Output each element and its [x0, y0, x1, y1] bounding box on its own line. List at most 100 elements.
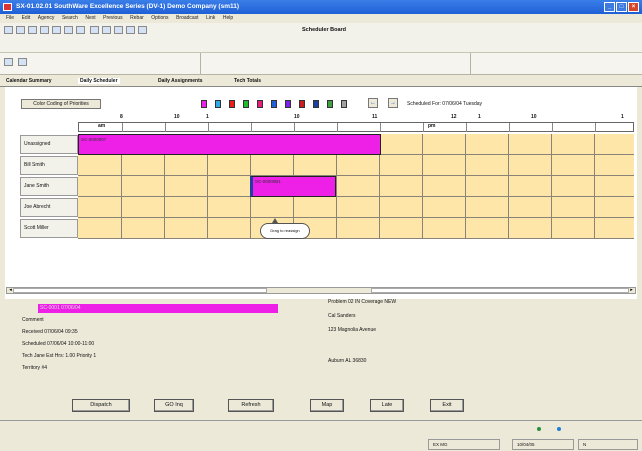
time-cells[interactable] [78, 218, 634, 239]
grid-line [164, 197, 165, 218]
grid-line [551, 218, 552, 239]
status-panel-user: EX MG [428, 439, 500, 450]
scroll-right-icon[interactable]: ▸ [628, 288, 635, 293]
tooltip-callout: Drag to reassign [260, 223, 310, 239]
job-block[interactable]: SC-00000B1 [250, 176, 336, 197]
scheduled-label: Scheduled 07/06/04 10:00-11:00 [22, 341, 95, 347]
menu-previous[interactable]: Previous [103, 14, 122, 23]
next-day-button[interactable]: → [388, 98, 398, 108]
ruler-tick [251, 123, 252, 132]
tab-tech-totals[interactable]: Tech Totals [234, 78, 261, 84]
find-icon[interactable] [76, 26, 85, 34]
menu-rebar[interactable]: Rebar [130, 14, 144, 23]
prev-day-button[interactable]: ← [368, 98, 378, 108]
status-panel-date: 10/04/05 [512, 439, 574, 450]
tech-row-label[interactable]: Scott Miller [20, 219, 78, 238]
grid-line [207, 197, 208, 218]
ruler-tick [208, 123, 209, 132]
toolbar-pane [200, 53, 410, 75]
grid-line [207, 176, 208, 197]
ruler-tick [595, 123, 596, 132]
tech-row-label[interactable]: Jane Smith [20, 177, 78, 196]
preview-icon[interactable] [64, 26, 73, 34]
notes-icon[interactable] [114, 26, 123, 34]
job-block[interactable]: SC-0000007 [78, 134, 381, 155]
grid-line [379, 197, 380, 218]
menu-help[interactable]: Help [223, 14, 233, 23]
grid-line [164, 155, 165, 176]
grid-line [551, 197, 552, 218]
grid-line [250, 218, 251, 239]
grid-line [293, 155, 294, 176]
grid-line [551, 155, 552, 176]
time-cells[interactable] [78, 197, 634, 218]
refresh-icon[interactable] [126, 26, 135, 34]
priority-swatch [229, 100, 235, 108]
grid-line [465, 155, 466, 176]
horizontal-scrollbar[interactable]: ◂ ▸ [6, 287, 636, 294]
menu-search[interactable]: Search [62, 14, 78, 23]
grid-line [465, 218, 466, 239]
minimize-button[interactable]: _ [604, 2, 615, 12]
grid-line [594, 197, 595, 218]
map-button[interactable]: Map [310, 399, 344, 412]
home-icon[interactable] [4, 26, 13, 34]
time-cells[interactable] [78, 155, 634, 176]
menu-broadcast[interactable]: Broadcast [176, 14, 199, 23]
dispatch-button[interactable]: Dispatch [72, 399, 130, 412]
tech-row-label[interactable]: Bill Smith [20, 156, 78, 175]
hour-label: 1 [206, 114, 209, 120]
status-indicator-dot [557, 427, 561, 431]
selected-job-bar[interactable]: SC-0001 07/06/04 [38, 304, 278, 313]
grid-line [594, 155, 595, 176]
priority-swatch [243, 100, 249, 108]
menu-bar: File Edit Agency Search Next Previous Re… [0, 14, 642, 23]
home-icon[interactable] [18, 58, 27, 66]
open-icon[interactable] [28, 26, 37, 34]
tab-daily-scheduler[interactable]: Daily Scheduler [78, 78, 120, 84]
tech-row: Scott Miller [16, 218, 634, 239]
maximize-button[interactable]: □ [616, 2, 627, 12]
menu-agency[interactable]: Agency [38, 14, 55, 23]
go-inquiry-button[interactable]: GO Inq [154, 399, 194, 412]
menu-next[interactable]: Next [85, 14, 95, 23]
grid-line [379, 218, 380, 239]
menu-link[interactable]: Link [206, 14, 215, 23]
menu-options[interactable]: Options [151, 14, 168, 23]
ruler-tick [509, 123, 510, 132]
exit-button[interactable]: Exit [430, 399, 464, 412]
ruler-tick [380, 123, 381, 132]
menu-edit[interactable]: Edit [22, 14, 31, 23]
ruler-tick [294, 123, 295, 132]
ruler-tick [122, 123, 123, 132]
help-icon[interactable] [138, 26, 147, 34]
pm-label: pm [428, 123, 436, 129]
close-button[interactable]: × [628, 2, 639, 12]
app-icon [3, 3, 12, 11]
report-icon[interactable] [102, 26, 111, 34]
late-button[interactable]: Late [370, 399, 404, 412]
priority-swatch [271, 100, 277, 108]
save-icon[interactable] [40, 26, 49, 34]
grid-line [379, 176, 380, 197]
grid-line [336, 176, 337, 197]
new-icon[interactable] [16, 26, 25, 34]
ruler-tick [165, 123, 166, 132]
calendar-icon[interactable] [90, 26, 99, 34]
refresh-button[interactable]: Refresh [228, 399, 274, 412]
color-coding-button[interactable]: Color Coding of Priorities [21, 99, 101, 109]
grid-line [465, 197, 466, 218]
time-cells[interactable] [78, 176, 634, 197]
tech-row-label[interactable]: Unassigned [20, 135, 78, 154]
scroll-track[interactable] [371, 288, 629, 293]
tech-row: Joe Abrecht [16, 197, 634, 218]
city-label: Auburn AL 36830 [328, 358, 367, 364]
menu-file[interactable]: File [6, 14, 14, 23]
tab-calendar-summary[interactable]: Calendar Summary [6, 78, 52, 84]
grid-line [293, 197, 294, 218]
tab-daily-assignments[interactable]: Daily Assignments [158, 78, 203, 84]
window-icon[interactable] [4, 58, 13, 66]
tech-row-label[interactable]: Joe Abrecht [20, 198, 78, 217]
print-icon[interactable] [52, 26, 61, 34]
scroll-thumb[interactable] [13, 288, 267, 293]
